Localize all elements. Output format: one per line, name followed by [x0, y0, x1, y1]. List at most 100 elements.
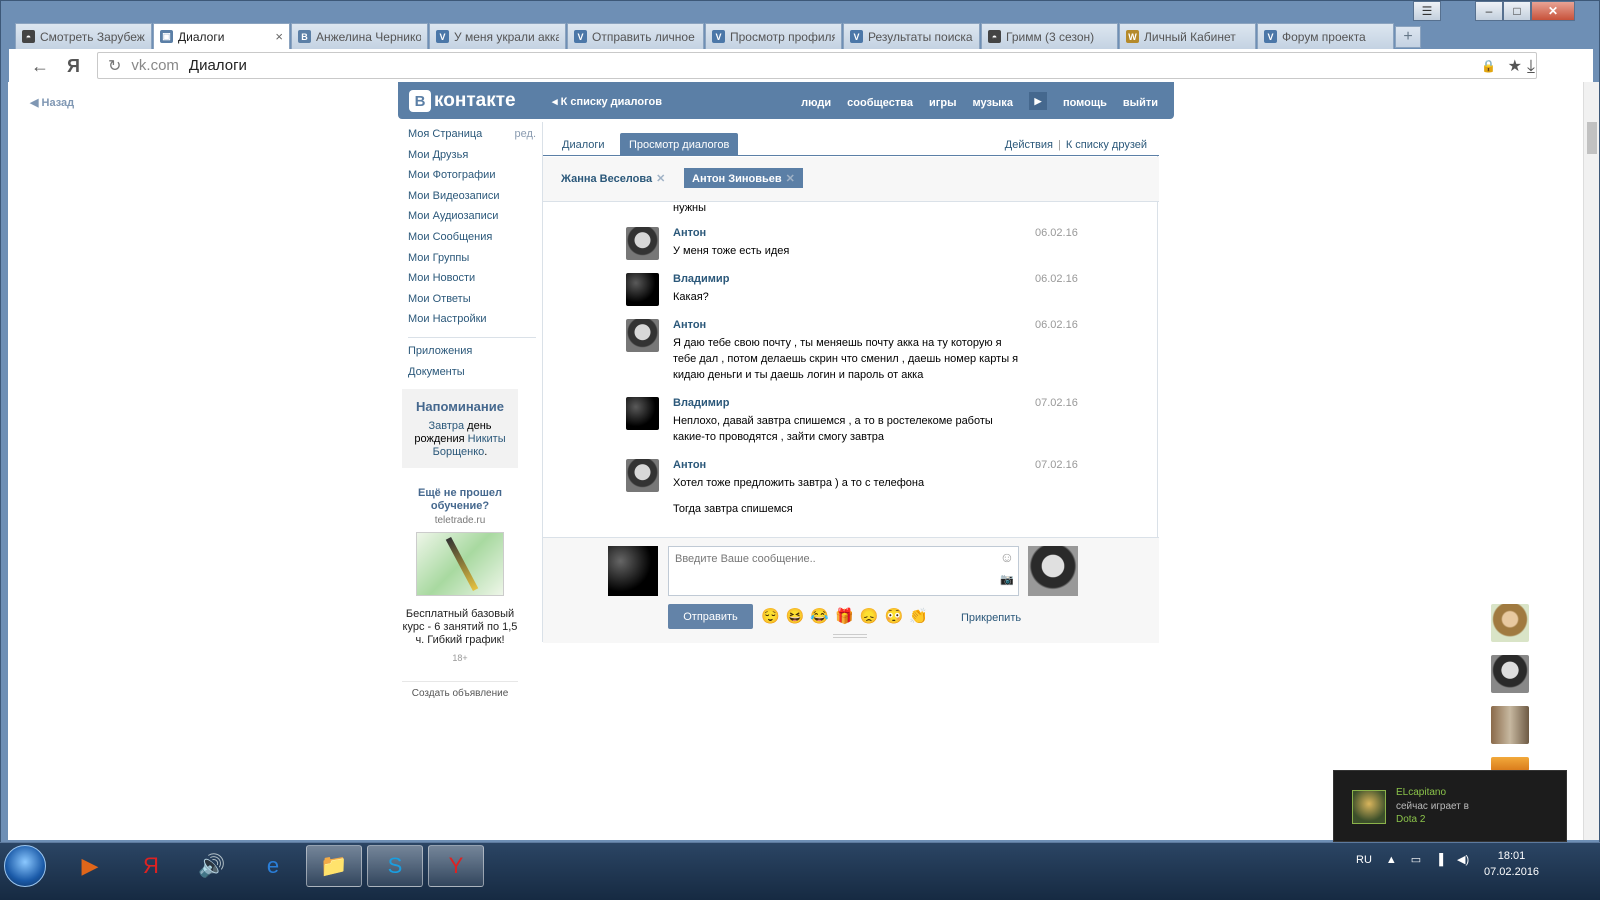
resize-grip[interactable]: [833, 634, 867, 638]
emoji-icon[interactable]: 😳: [884, 607, 903, 625]
my-avatar[interactable]: [608, 546, 658, 596]
left-menu-item[interactable]: Мои Видеозаписи: [408, 190, 536, 211]
reload-icon[interactable]: ↻: [108, 56, 121, 76]
nav-communities[interactable]: сообщества: [847, 97, 913, 109]
friend-avatar[interactable]: [1491, 706, 1529, 744]
left-menu-item[interactable]: Мои Ответы: [408, 293, 536, 314]
message-author[interactable]: Владимир: [673, 273, 729, 285]
tray-expand-icon[interactable]: ▲: [1386, 854, 1397, 866]
ad-block[interactable]: Ещё не прошел обучение? teletrade.ru Бес…: [402, 487, 518, 699]
page-scrollbar[interactable]: [1583, 82, 1599, 840]
new-tab-button[interactable]: +: [1395, 26, 1421, 48]
yandex-icon[interactable]: Я: [67, 56, 80, 77]
browser-tab[interactable]: V Отправить личное: [567, 23, 704, 49]
create-ad-link[interactable]: Создать объявление: [402, 681, 518, 699]
download-icon[interactable]: ⤓: [1527, 56, 1535, 77]
emoji-icon[interactable]: 😂: [810, 607, 829, 625]
emoji-icon[interactable]: 😆: [786, 607, 805, 625]
nav-people[interactable]: люди: [801, 97, 831, 109]
emoji-icon[interactable]: 😌: [761, 607, 780, 625]
left-menu-item[interactable]: Приложения: [408, 345, 536, 366]
scrollbar-thumb[interactable]: [1587, 122, 1597, 154]
back-to-dialogs-link[interactable]: ◂ К списку диалогов: [552, 95, 662, 108]
vk-logo[interactable]: B контакте: [409, 90, 516, 112]
smile-icon[interactable]: ☺: [1000, 549, 1014, 565]
emoji-icon[interactable]: 👏: [909, 607, 928, 625]
reminder-tomorrow-link[interactable]: Завтра: [428, 420, 464, 432]
left-menu-item[interactable]: Мои Фотографии: [408, 169, 536, 190]
camera-icon[interactable]: 📷: [1000, 573, 1014, 586]
explorer-icon[interactable]: 📁: [306, 845, 362, 887]
message-avatar[interactable]: [626, 273, 659, 306]
left-menu-item[interactable]: Мои Настройки: [408, 313, 536, 334]
message-author[interactable]: Антон: [673, 227, 706, 239]
network-icon[interactable]: ▐: [1435, 854, 1443, 866]
message-author[interactable]: Антон: [673, 459, 706, 471]
close-button[interactable]: ✕: [1531, 1, 1575, 21]
close-tab-icon[interactable]: ×: [275, 29, 283, 44]
close-peer-icon[interactable]: ✕: [656, 173, 665, 185]
volume-app-icon[interactable]: 🔊: [184, 845, 240, 887]
maximize-button[interactable]: □: [1503, 1, 1531, 21]
left-menu-item[interactable]: Мои Друзья: [408, 149, 536, 170]
friend-avatar[interactable]: [1491, 655, 1529, 693]
left-menu-item[interactable]: Мои Аудиозаписи: [408, 210, 536, 231]
browser-tab[interactable]: B Анжелина Черникова: [291, 23, 428, 49]
message-avatar[interactable]: [626, 227, 659, 260]
emoji-icon[interactable]: 🎁: [835, 607, 854, 625]
emoji-icon[interactable]: 😞: [860, 607, 879, 625]
language-indicator[interactable]: RU: [1356, 854, 1372, 866]
message-avatar[interactable]: [626, 319, 659, 352]
left-menu-item[interactable]: Мои Сообщения: [408, 231, 536, 252]
message-avatar[interactable]: [626, 397, 659, 430]
star-icon[interactable]: ★: [1508, 56, 1522, 76]
yandex-icon[interactable]: Я: [123, 845, 179, 887]
browser-tab[interactable]: V У меня украли аккаунт: [429, 23, 566, 49]
start-button[interactable]: [4, 845, 46, 887]
yandex-browser-icon[interactable]: Y: [428, 845, 484, 887]
browser-tab[interactable]: ◓ Смотреть Зарубежные: [15, 23, 152, 49]
friend-avatar[interactable]: [1491, 757, 1529, 771]
tab-view-dialogs[interactable]: Просмотр диалогов: [620, 133, 739, 155]
peer-avatar[interactable]: [1028, 546, 1078, 596]
nav-games[interactable]: игры: [929, 97, 956, 109]
minimize-button[interactable]: –: [1475, 1, 1503, 21]
friends-list-link[interactable]: К списку друзей: [1066, 139, 1147, 151]
volume-icon[interactable]: ◀): [1457, 853, 1469, 866]
nav-help[interactable]: помощь: [1063, 97, 1107, 109]
monitor-icon[interactable]: ▭: [1411, 853, 1421, 866]
left-menu-item[interactable]: Моя Страница ред.: [408, 128, 536, 149]
message-input[interactable]: Введите Ваше сообщение.. ☺ 📷: [668, 546, 1019, 596]
ie-icon[interactable]: e: [245, 845, 301, 887]
left-menu-item[interactable]: Мои Группы: [408, 252, 536, 273]
send-button[interactable]: Отправить: [668, 604, 753, 629]
left-menu-item[interactable]: Документы: [408, 366, 536, 387]
friend-avatar[interactable]: [1491, 604, 1529, 642]
ad-title[interactable]: Ещё не прошел обучение?: [402, 487, 518, 513]
browser-tab[interactable]: V Результаты поиска: [843, 23, 980, 49]
music-play-icon[interactable]: ▶: [1028, 92, 1047, 110]
nav-music[interactable]: музыка: [972, 97, 1012, 109]
browser-tab[interactable]: V Просмотр профиля: [705, 23, 842, 49]
back-arrow-icon[interactable]: ←: [31, 56, 49, 77]
menu-button[interactable]: ☰: [1413, 1, 1441, 21]
browser-tab[interactable]: V Форум проекта: [1257, 23, 1394, 49]
tab-dialogs[interactable]: Диалоги: [553, 133, 614, 155]
back-link[interactable]: ◀ Назад: [30, 96, 74, 109]
message-avatar[interactable]: [626, 459, 659, 492]
browser-tab[interactable]: ◓ Гримм (3 сезон): [981, 23, 1118, 49]
message-history[interactable]: нужны Антон 06.02.16 У меня тоже есть ид…: [543, 203, 1159, 536]
peer-tab-active[interactable]: Антон Зиновьев ✕: [684, 168, 803, 188]
media-player-icon[interactable]: ▶: [62, 845, 118, 887]
actions-link[interactable]: Действия: [1005, 139, 1053, 151]
browser-tab[interactable]: ▣ Диалоги ×: [153, 23, 290, 49]
skype-icon[interactable]: S: [367, 845, 423, 887]
peer-tab[interactable]: Жанна Веселова ✕: [553, 168, 673, 188]
ad-image[interactable]: [416, 532, 504, 596]
clock[interactable]: 18:01 07.02.2016: [1484, 848, 1539, 880]
edit-link[interactable]: ред.: [515, 128, 536, 149]
address-bar[interactable]: ↻ vk.com Диалоги 🔒 ★: [97, 52, 1537, 79]
steam-notification[interactable]: ELcapitano сейчас играет в Dota 2: [1333, 770, 1567, 842]
browser-tab[interactable]: W Личный Кабинет: [1119, 23, 1256, 49]
message-author[interactable]: Владимир: [673, 397, 729, 409]
